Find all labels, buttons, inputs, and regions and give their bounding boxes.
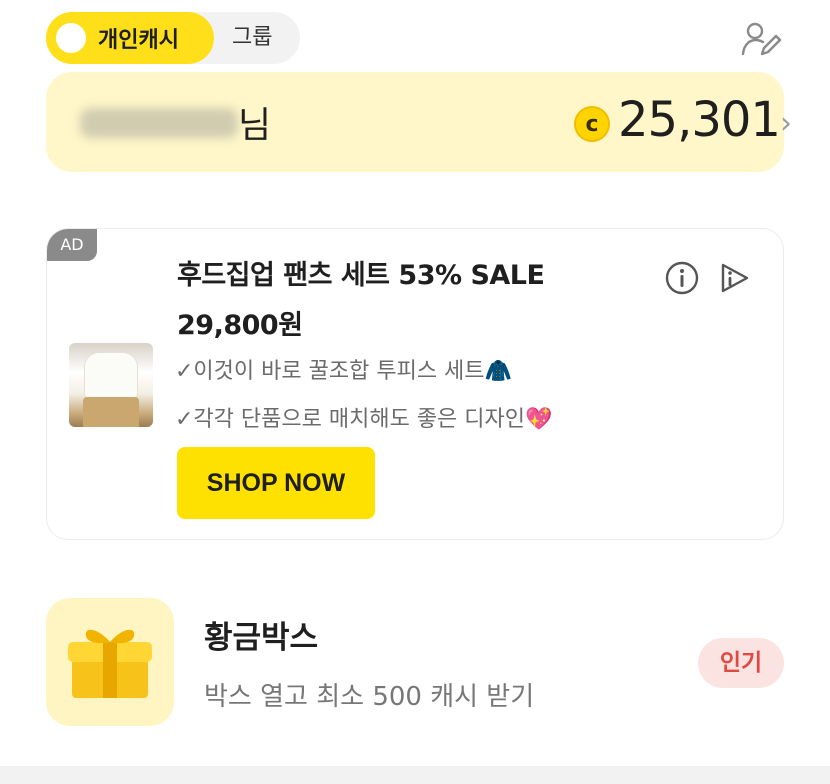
ad-headline: 후드집업 팬츠 세트 53% SALE [177, 260, 545, 291]
section-divider [0, 766, 830, 784]
ad-card[interactable]: AD 후드집업 팬츠 세트 53% SALE 29,800원 ✓이것이 바로 꿀… [46, 228, 784, 540]
product-skirt-shape [83, 397, 139, 427]
profile-edit-icon[interactable] [740, 20, 782, 58]
user-name-blurred [80, 108, 238, 138]
popular-badge: 인기 [698, 638, 784, 688]
shop-now-button[interactable]: SHOP NOW [177, 447, 375, 519]
user-name-suffix: 님 [238, 105, 272, 146]
product-shirt-shape [85, 353, 137, 399]
ad-feature-1-text: ✓이것이 바로 꿀조합 투피스 세트 [175, 359, 485, 384]
info-icon[interactable] [665, 261, 699, 295]
personal-cash-label: 개인캐시 [98, 28, 179, 53]
ad-price: 29,800원 [177, 310, 303, 341]
jacket-emoji-icon: 🧥 [484, 359, 512, 384]
adchoices-icon[interactable] [717, 261, 751, 295]
chevron-right-icon: › [780, 106, 792, 141]
ad-feature-2-text: ✓각각 단품으로 매치해도 좋은 디자인 [175, 407, 526, 432]
ad-badge: AD [47, 229, 97, 261]
gift-box-icon [68, 629, 152, 698]
ad-product-image[interactable] [69, 343, 153, 427]
personal-cash-tab[interactable]: 개인캐시 [46, 12, 214, 64]
golden-box-title: 황금박스 [204, 620, 319, 656]
cash-type-toggle[interactable]: 개인캐시 그룹 [46, 12, 300, 64]
heart-emoji-icon: 💖 [525, 407, 553, 432]
cash-balance-card[interactable]: 님 c 25,301 › [46, 72, 792, 172]
coin-icon: c [574, 106, 610, 142]
golden-box-tile[interactable] [46, 598, 174, 726]
ad-feature-1: ✓이것이 바로 꿀조합 투피스 세트🧥 [175, 353, 512, 385]
golden-box-description: 박스 열고 최소 500 캐시 받기 [204, 682, 535, 712]
group-tab[interactable]: 그룹 [232, 12, 272, 64]
cash-amount: 25,301 [618, 92, 781, 148]
ad-feature-2: ✓각각 단품으로 매치해도 좋은 디자인💖 [175, 401, 552, 433]
toggle-knob [56, 23, 86, 53]
